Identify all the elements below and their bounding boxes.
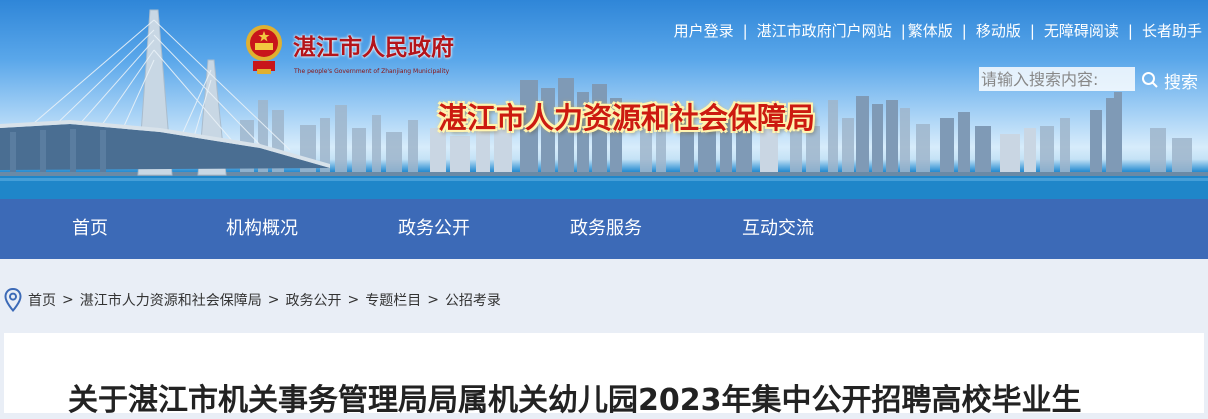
divider: | (1029, 22, 1035, 40)
traditional-chinese-link[interactable]: 繁体版 (908, 22, 953, 40)
site-name-english: The people's Government of Zhanjiang Mun… (294, 68, 450, 75)
divider: | (900, 22, 906, 40)
breadcrumb-recruitment[interactable]: 公招考录 (445, 290, 501, 310)
divider: | (1127, 22, 1133, 40)
nav-item-organization[interactable]: 机构概况 (226, 199, 298, 259)
top-links: 用户登录 | 湛江市政府门户网站 | 繁体版 | 移动版 | 无障碍阅读 | 长者助手 (674, 20, 1202, 41)
article-title: 关于湛江市机关事务管理局局属机关幼儿园2023年集中公开招聘高校毕业生 (68, 383, 1082, 418)
mobile-version-link[interactable]: 移动版 (976, 22, 1021, 40)
breadcrumb: 首页 > 湛江市人力资源和社会保障局 > 政务公开 > 专题栏目 > 公招考录 (0, 282, 501, 318)
nav-item-home[interactable]: 首页 (72, 199, 108, 259)
elderly-assistant-link[interactable]: 长者助手 (1142, 22, 1202, 40)
main-nav: 首页 机构概况 政务公开 政务服务 互动交流 (0, 199, 1208, 259)
bureau-title: 湛江市人力资源和社会保障局 (438, 101, 816, 135)
breadcrumb-special-topics[interactable]: 专题栏目 (365, 290, 421, 310)
breadcrumb-bureau[interactable]: 湛江市人力资源和社会保障局 (80, 290, 262, 310)
header-banner: 湛江市人民政府 The people's Government of Zhanj… (0, 0, 1208, 199)
divider: | (742, 22, 748, 40)
breadcrumb-separator: > (427, 292, 439, 308)
location-pin-icon (4, 288, 22, 312)
search-icon (1142, 72, 1158, 88)
article-panel: 关于湛江市机关事务管理局局属机关幼儿园2023年集中公开招聘高校毕业生 (4, 333, 1204, 418)
nav-item-gov-services[interactable]: 政务服务 (570, 199, 642, 259)
nav-item-interaction[interactable]: 互动交流 (742, 199, 814, 259)
breadcrumb-separator: > (347, 292, 360, 308)
gov-portal-link[interactable]: 湛江市政府门户网站 (757, 22, 892, 40)
accessibility-link[interactable]: 无障碍阅读 (1044, 22, 1119, 40)
breadcrumb-gov-affairs-open[interactable]: 政务公开 (285, 290, 341, 310)
breadcrumb-home[interactable]: 首页 (28, 290, 56, 310)
breadcrumb-separator: > (267, 292, 280, 308)
national-emblem-icon (245, 21, 283, 77)
breadcrumb-separator: > (62, 292, 74, 308)
divider: | (961, 22, 967, 40)
search-button-label: 搜索 (1164, 72, 1198, 93)
search-button[interactable]: 搜索 (1141, 67, 1198, 93)
login-link[interactable]: 用户登录 (674, 22, 734, 40)
search-input[interactable] (979, 67, 1135, 91)
site-name[interactable]: 湛江市人民政府 (293, 28, 454, 62)
nav-item-gov-affairs-open[interactable]: 政务公开 (398, 199, 470, 259)
